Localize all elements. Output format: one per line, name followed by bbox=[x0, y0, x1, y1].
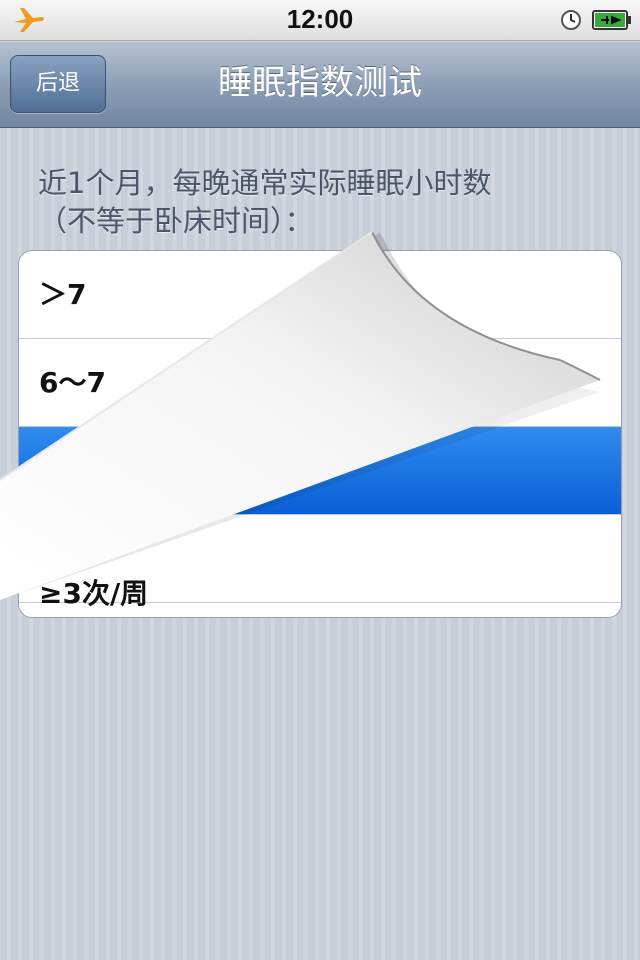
question-line-1: 近1个月，每晚通常实际睡眠小时数 bbox=[38, 166, 492, 200]
option-5-6-selected[interactable]: 5～ bbox=[19, 427, 621, 515]
status-time: 12:00 bbox=[286, 4, 354, 34]
back-button[interactable]: 后退 bbox=[10, 55, 106, 113]
page-title: 睡眠指数测试 bbox=[218, 63, 422, 103]
question-text: 近1个月，每晚通常实际睡眠小时数 （不等于卧床时间）： bbox=[38, 164, 608, 240]
option-gt7[interactable]: ＞7 bbox=[19, 251, 621, 339]
navigation-bar: 后退 睡眠指数测试 bbox=[0, 41, 640, 128]
battery-charging-icon bbox=[592, 10, 631, 30]
question-line-2: （不等于卧床时间）： bbox=[38, 204, 314, 238]
content-area: 近1个月，每晚通常实际睡眠小时数 （不等于卧床时间）： ＞7 6～7 5～ ≥3… bbox=[0, 128, 640, 960]
option-gte3-per-week[interactable]: ≥3次/周 bbox=[19, 571, 621, 617]
status-bar: 12:00 bbox=[0, 0, 640, 41]
option-6-7[interactable]: 6～7 bbox=[19, 339, 621, 427]
clock-icon bbox=[561, 10, 581, 30]
option-list: ＞7 6～7 5～ ≥3次/周 bbox=[18, 250, 622, 618]
